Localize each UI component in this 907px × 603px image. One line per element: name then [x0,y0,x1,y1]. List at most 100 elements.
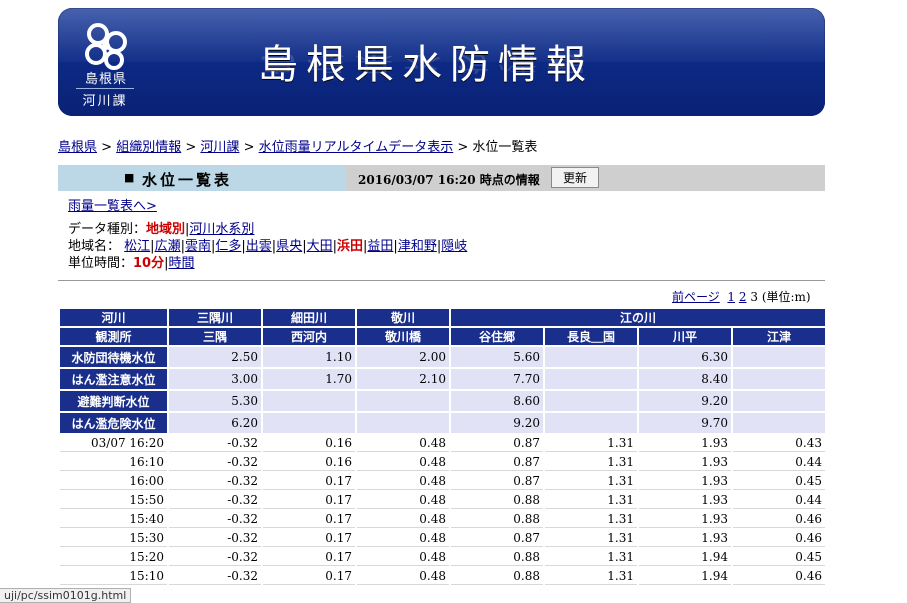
threshold-value: 9.20 [451,413,543,433]
current-page: 3 [750,290,758,304]
water-level-value: 0.17 [263,568,355,585]
pager: 前ページ 1 2 3 (単位:m) [672,288,811,305]
water-level-value: 0.17 [263,549,355,566]
unit-hour-link[interactable]: 時間 [169,256,195,271]
area-link-4[interactable]: 出雲 [246,239,272,254]
water-level-value: 0.88 [451,511,543,528]
water-level-value: 0.17 [263,492,355,509]
table-row: 15:30 -0.32 0.17 0.48 0.87 1.31 1.93 0.46 [60,530,825,547]
unit-label: 単位時間： [68,256,134,271]
breadcrumb-separator: > [457,140,469,155]
water-level-value: 0.48 [357,454,449,471]
area-link-1[interactable]: 広瀬 [155,239,181,254]
breadcrumb-link-prefecture[interactable]: 島根県 [58,140,97,155]
water-level-value: 1.93 [639,530,731,547]
observation-time: 15:40 [60,511,167,528]
threshold-value [733,347,825,367]
threshold-value [263,391,355,411]
threshold-value: 6.20 [169,413,261,433]
threshold-value [357,413,449,433]
observation-time: 16:10 [60,454,167,471]
water-level-value: 0.46 [733,530,825,547]
river-header-row: 河川 三隅川 細田川 敬川 江の川 [60,309,825,326]
threshold-value [733,413,825,433]
area-label: 地域名： [68,239,121,254]
water-level-value: -0.32 [169,511,261,528]
water-level-value: -0.32 [169,492,261,509]
water-level-value: 0.43 [733,435,825,452]
station-name[interactable]: 三隅 [169,328,261,345]
threshold-value: 3.00 [169,369,261,389]
page-link-2[interactable]: 2 [739,290,747,304]
threshold-row: はん濫危険水位 6.20 9.20 9.70 [60,413,825,433]
table-row: 15:10 -0.32 0.17 0.48 0.88 1.31 1.94 0.46 [60,568,825,585]
river-name: 細田川 [263,309,355,326]
water-level-value: 1.31 [545,435,637,452]
station-name[interactable]: 長良＿国 [545,328,637,345]
table-row: 15:20 -0.32 0.17 0.48 0.88 1.31 1.94 0.45 [60,549,825,566]
breadcrumb-link-organization[interactable]: 組織別情報 [116,140,181,155]
threshold-value: 6.30 [639,347,731,367]
water-level-value: 0.48 [357,511,449,528]
water-level-value: 1.93 [639,492,731,509]
prev-page-link[interactable]: 前ページ [672,290,720,304]
area-link-8[interactable]: 益田 [367,239,393,254]
threshold-value [733,391,825,411]
threshold-label: はん濫注意水位 [60,369,167,389]
title-bar: ■ 水位一覧表 [58,165,346,191]
station-name[interactable]: 西河内 [263,328,355,345]
water-level-value: 1.31 [545,473,637,490]
breadcrumb-separator: > [243,140,255,155]
data-type-label: データ種別： [68,222,147,237]
station-name[interactable]: 江津 [733,328,825,345]
water-level-value: 0.16 [263,454,355,471]
observation-time: 15:30 [60,530,167,547]
threshold-value: 2.10 [357,369,449,389]
threshold-value: 9.20 [639,391,731,411]
area-link-6[interactable]: 大田 [307,239,333,254]
threshold-value: 8.40 [639,369,731,389]
threshold-value [545,347,637,367]
update-button[interactable]: 更新 [551,167,599,188]
threshold-value: 8.60 [451,391,543,411]
station-header-label: 観測所 [60,328,167,345]
area-link-10[interactable]: 隠岐 [441,239,467,254]
observation-time: 15:50 [60,492,167,509]
breadcrumb-link-river-division[interactable]: 河川課 [200,140,239,155]
threshold-row: 避難判断水位 5.30 8.60 9.20 [60,391,825,411]
area-link-5[interactable]: 県央 [276,239,302,254]
logo-text-prefecture: 島根県 [84,72,127,87]
water-level-value: 0.48 [357,435,449,452]
rainfall-list-link[interactable]: 雨量一覧表へ> [68,195,157,214]
site-banner: 島根県 河川課 島根県水防情報 島根県水防情報 [58,8,825,116]
threshold-value [733,369,825,389]
area-link-0[interactable]: 松江 [124,239,150,254]
water-level-value: 1.93 [639,454,731,471]
data-type-row: データ種別：地域別|河川水系別 [68,221,467,238]
water-level-value: 0.16 [263,435,355,452]
water-level-value: 0.44 [733,492,825,509]
water-level-value: 1.93 [639,511,731,528]
area-link-3[interactable]: 仁多 [215,239,241,254]
water-level-value: 1.94 [639,549,731,566]
data-type-river-link[interactable]: 河川水系別 [189,222,254,237]
table-row: 15:50 -0.32 0.17 0.48 0.88 1.31 1.93 0.44 [60,492,825,509]
station-name[interactable]: 川平 [639,328,731,345]
area-link-2[interactable]: 雲南 [185,239,211,254]
data-timestamp: 2016/03/07 16:20 時点の情報 [358,173,540,187]
page-link-1[interactable]: 1 [727,290,735,304]
area-row: 地域名： 松江|広瀬|雲南|仁多|出雲|県央|大田|浜田|益田|津和野|隠岐 [68,238,467,255]
water-level-value: 1.93 [639,435,731,452]
water-level-value: 0.46 [733,511,825,528]
water-level-value: 0.45 [733,473,825,490]
station-name[interactable]: 敬川橋 [357,328,449,345]
station-name[interactable]: 谷住郷 [451,328,543,345]
logo-text-division: 河川課 [76,88,134,109]
water-level-table: 河川 三隅川 細田川 敬川 江の川 観測所 三隅 西河内 敬川橋 谷住郷 長良＿国 川平 江津 水防団待機… [58,307,827,587]
area-link-9[interactable]: 津和野 [398,239,437,254]
breadcrumb-link-realtime[interactable]: 水位雨量リアルタイムデータ表示 [259,140,454,155]
water-level-value: 0.44 [733,454,825,471]
river-name: 敬川 [357,309,449,326]
threshold-label: はん濫危険水位 [60,413,167,433]
threshold-value: 7.70 [451,369,543,389]
